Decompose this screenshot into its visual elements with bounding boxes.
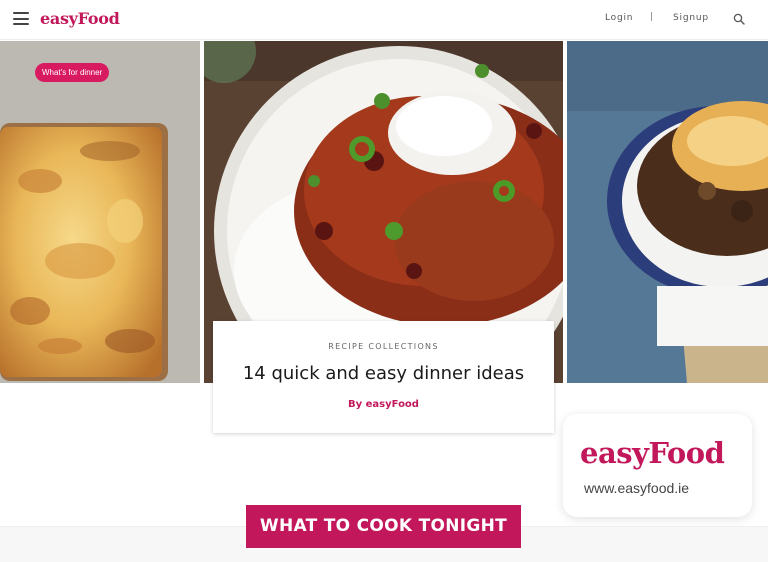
pie-illustration [567, 41, 768, 383]
card-author[interactable]: By easyFood [213, 399, 554, 410]
site-logo[interactable]: easyFood [40, 9, 120, 28]
card-title[interactable]: 14 quick and easy dinner ideas [213, 363, 554, 384]
menu-icon[interactable] [13, 12, 29, 25]
login-link[interactable]: Login [605, 13, 633, 23]
brand-badge: easyFood www.easyfood.ie [563, 414, 752, 517]
what-to-cook-tonight-button[interactable]: WHAT TO COOK TONIGHT [246, 505, 521, 548]
page: easyFood Login | Signup What's for dinne… [0, 0, 768, 562]
pie-image[interactable] [567, 41, 768, 383]
recipe-collection-card[interactable]: RECIPE COLLECTIONS 14 quick and easy din… [213, 321, 554, 433]
whats-for-dinner-tag[interactable]: What's for dinner [35, 63, 110, 82]
lasagna-illustration [0, 41, 200, 383]
site-header: easyFood Login | Signup [0, 0, 768, 40]
nav-separator: | [650, 12, 654, 22]
badge-url: www.easyfood.ie [584, 480, 690, 496]
signup-link[interactable]: Signup [673, 13, 709, 23]
badge-logo: easyFood [580, 436, 725, 470]
card-kicker: RECIPE COLLECTIONS [328, 342, 439, 351]
search-icon[interactable] [733, 13, 745, 25]
lasagna-image[interactable]: What's for dinner [0, 41, 200, 383]
